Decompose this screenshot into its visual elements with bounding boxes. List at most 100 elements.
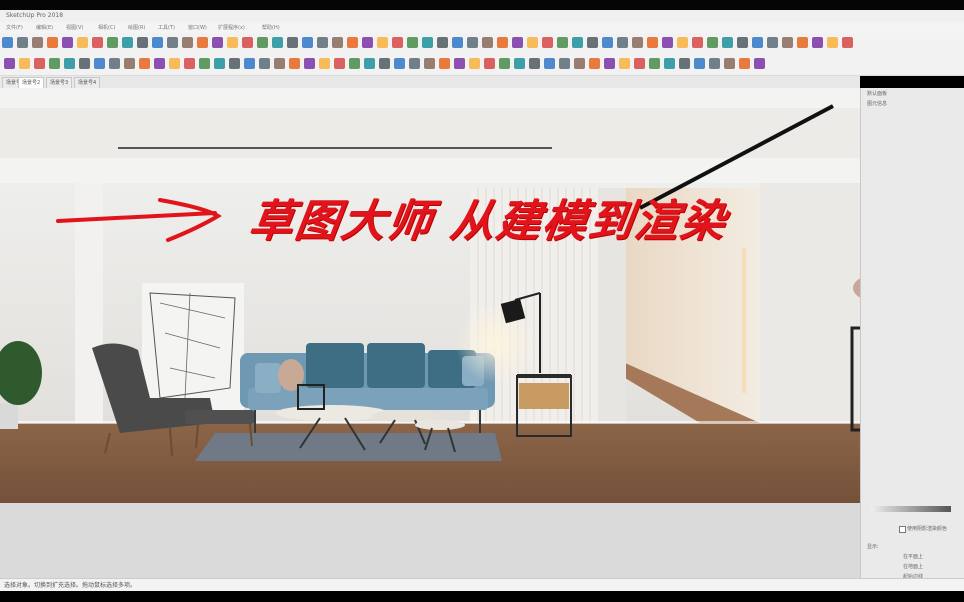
toolbar-tool-icon[interactable] [212,37,223,48]
menu-item-edit[interactable]: 编辑(E) [36,24,53,31]
toolbar-tool-icon[interactable] [62,37,73,48]
model-viewport[interactable] [0,88,860,503]
toolbar-tool-icon[interactable] [754,58,765,69]
toolbar-tool-icon[interactable] [109,58,120,69]
toolbar-tool-icon[interactable] [47,37,58,48]
toolbar-tool-icon[interactable] [197,37,208,48]
toolbar-tool-icon[interactable] [17,37,28,48]
toolbar-tool-icon[interactable] [122,37,133,48]
toolbar-tool-icon[interactable] [184,58,195,69]
toolbar-tool-icon[interactable] [602,37,613,48]
toolbar-tool-icon[interactable] [259,58,270,69]
toolbar-tool-icon[interactable] [694,58,705,69]
toolbar-tool-icon[interactable] [377,37,388,48]
toolbar-tool-icon[interactable] [422,37,433,48]
toolbar-tool-icon[interactable] [497,37,508,48]
menu-item-draw[interactable]: 绘图(R) [128,24,145,31]
toolbar-tool-icon[interactable] [289,58,300,69]
toolbar-tool-icon[interactable] [662,37,673,48]
toolbar-tool-icon[interactable] [242,37,253,48]
toolbar-tool-icon[interactable] [469,58,480,69]
toolbar-tool-icon[interactable] [514,58,525,69]
toolbar-tool-icon[interactable] [244,58,255,69]
toolbar-tool-icon[interactable] [77,37,88,48]
toolbar-tool-icon[interactable] [724,58,735,69]
toolbar-tool-icon[interactable] [229,58,240,69]
tab-scene-3[interactable]: 场景号3 [46,77,73,88]
toolbar-tool-icon[interactable] [302,37,313,48]
toolbar-tool-icon[interactable] [94,58,105,69]
toolbar-tool-icon[interactable] [574,58,585,69]
toolbar-tool-icon[interactable] [752,37,763,48]
menu-item-tools[interactable]: 工具(T) [158,24,175,31]
toolbar-tool-icon[interactable] [2,37,13,48]
option-on-plane[interactable]: 在平面上 [903,553,923,560]
toolbar-tool-icon[interactable] [559,58,570,69]
toolbar-tool-icon[interactable] [92,37,103,48]
toolbar-tool-icon[interactable] [364,58,375,69]
toolbar-tool-icon[interactable] [439,58,450,69]
toolbar-tool-icon[interactable] [79,58,90,69]
toolbar-tool-icon[interactable] [154,58,165,69]
toolbar-tool-icon[interactable] [677,37,688,48]
toolbar-tool-icon[interactable] [617,37,628,48]
toolbar-tool-icon[interactable] [34,58,45,69]
toolbar-tool-icon[interactable] [737,37,748,48]
toolbar-tool-icon[interactable] [49,58,60,69]
toolbar-tool-icon[interactable] [124,58,135,69]
toolbar-tool-icon[interactable] [139,58,150,69]
toolbar-tool-icon[interactable] [797,37,808,48]
toolbar-tool-icon[interactable] [437,37,448,48]
toolbar-tool-icon[interactable] [137,37,148,48]
toolbar-tool-icon[interactable] [827,37,838,48]
toolbar-tool-icon[interactable] [572,37,583,48]
toolbar-tool-icon[interactable] [332,37,343,48]
toolbar-tool-icon[interactable] [227,37,238,48]
toolbar-tool-icon[interactable] [544,58,555,69]
toolbar-tool-icon[interactable] [542,37,553,48]
toolbar-tool-icon[interactable] [272,37,283,48]
toolbar-tool-icon[interactable] [529,58,540,69]
tray-entity-info[interactable]: 图元信息 [867,100,887,107]
toolbar-tool-icon[interactable] [649,58,660,69]
toolbar-tool-icon[interactable] [619,58,630,69]
toolbar-tool-icon[interactable] [664,58,675,69]
toolbar-tool-icon[interactable] [407,37,418,48]
toolbar-tool-icon[interactable] [527,37,538,48]
toolbar-tool-icon[interactable] [349,58,360,69]
toolbar-tool-icon[interactable] [467,37,478,48]
toolbar-tool-icon[interactable] [64,58,75,69]
shadow-checkbox[interactable] [899,526,906,533]
toolbar-tool-icon[interactable] [632,37,643,48]
toolbar-tool-icon[interactable] [589,58,600,69]
toolbar-tool-icon[interactable] [409,58,420,69]
toolbar-tool-icon[interactable] [782,37,793,48]
toolbar-tool-icon[interactable] [317,37,328,48]
toolbar-tool-icon[interactable] [484,58,495,69]
toolbar-tool-icon[interactable] [379,58,390,69]
tab-scene-4[interactable]: 场景号4 [74,77,101,88]
toolbar-tool-icon[interactable] [709,58,720,69]
toolbar-tool-icon[interactable] [499,58,510,69]
toolbar-tool-icon[interactable] [392,37,403,48]
toolbar-tool-icon[interactable] [32,37,43,48]
toolbar-tool-icon[interactable] [482,37,493,48]
toolbar-tool-icon[interactable] [707,37,718,48]
toolbar-tool-icon[interactable] [454,58,465,69]
toolbar-tool-icon[interactable] [319,58,330,69]
toolbar-tool-icon[interactable] [587,37,598,48]
option-on-ground[interactable]: 在地面上 [903,563,923,570]
toolbar-tool-icon[interactable] [739,58,750,69]
toolbar-tool-icon[interactable] [274,58,285,69]
tray-header[interactable]: 默认面板 [867,90,887,97]
toolbar-tool-icon[interactable] [152,37,163,48]
toolbar-tool-icon[interactable] [634,58,645,69]
toolbar-tool-icon[interactable] [424,58,435,69]
menu-item-extensions[interactable]: 扩展程序(x) [218,24,245,31]
menu-item-window[interactable]: 窗口(W) [188,24,207,31]
toolbar-tool-icon[interactable] [679,58,690,69]
toolbar-tool-icon[interactable] [394,58,405,69]
menu-item-view[interactable]: 视图(V) [66,24,83,31]
toolbar-tool-icon[interactable] [4,58,15,69]
toolbar-tool-icon[interactable] [334,58,345,69]
